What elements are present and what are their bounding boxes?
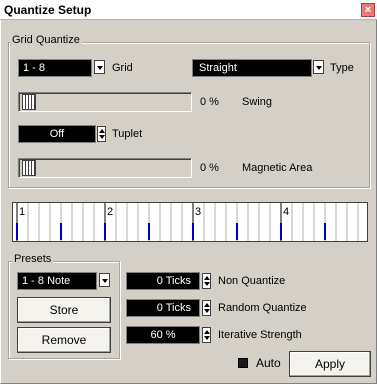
magnetic-area-value: 0 % (200, 162, 219, 174)
random-quantize-stepper[interactable] (202, 300, 211, 316)
bar-number: 1 (19, 206, 25, 218)
swing-value: 0 % (200, 96, 219, 108)
quantize-marker (324, 223, 326, 240)
random-quantize-field[interactable]: 0 Ticks (126, 299, 200, 317)
iterative-strength-value: 60 % (150, 329, 176, 341)
magnetic-area-slider[interactable] (18, 158, 192, 178)
grid-dropdown[interactable]: 1 - 8 (18, 59, 92, 77)
non-quantize-stepper[interactable] (202, 273, 211, 289)
preset-dropdown[interactable]: 1 - 8 Note (17, 272, 97, 290)
close-button[interactable]: × (361, 3, 375, 17)
remove-button[interactable]: Remove (17, 327, 111, 353)
swing-label: Swing (242, 96, 272, 108)
quantize-grid-svg: 1 2 3 4 (16, 203, 359, 241)
tuplet-value: Off (49, 128, 65, 140)
stepper-up-icon (204, 330, 210, 334)
random-quantize-label: Random Quantize (218, 302, 307, 314)
non-quantize-field[interactable]: 0 Ticks (126, 272, 200, 290)
stepper-down-icon (204, 309, 210, 313)
quantize-marker (236, 223, 238, 240)
iterative-strength-stepper[interactable] (202, 327, 211, 343)
stepper-up-icon (204, 303, 210, 307)
bar-number: 3 (195, 206, 201, 218)
auto-label: Auto (256, 356, 281, 370)
apply-button[interactable]: Apply (289, 351, 371, 377)
grid-label: Grid (112, 62, 133, 74)
bar-number: 2 (107, 206, 113, 218)
stepper-down-icon (204, 336, 210, 340)
magnetic-area-slider-handle[interactable] (22, 160, 36, 176)
type-label: Type (330, 62, 354, 74)
store-button-label: Store (49, 303, 79, 317)
swing-slider[interactable] (18, 92, 192, 112)
type-dropdown-chevron-down-icon[interactable] (313, 60, 324, 74)
grid-dropdown-value: 1 - 8 (23, 62, 46, 74)
bar-number: 4 (283, 206, 289, 218)
stepper-down-icon (99, 135, 105, 139)
type-dropdown-value: Straight (199, 62, 237, 74)
remove-button-label: Remove (41, 333, 87, 347)
tuplet-label: Tuplet (112, 128, 143, 140)
tuplet-field[interactable]: Off (18, 125, 96, 143)
quantize-marker (280, 223, 282, 240)
random-quantize-value: 0 Ticks (156, 302, 191, 314)
quantize-marker (104, 223, 106, 240)
auto-checkbox[interactable] (238, 358, 248, 368)
quantize-marker (192, 223, 194, 240)
grid-quantize-group-label: Grid Quantize (10, 34, 82, 46)
magnetic-area-label: Magnetic Area (242, 162, 313, 174)
non-quantize-value: 0 Ticks (156, 275, 191, 287)
iterative-strength-label: Iterative Strength (218, 329, 302, 341)
store-button[interactable]: Store (17, 297, 111, 323)
iterative-strength-field[interactable]: 60 % (126, 326, 200, 344)
stepper-up-icon (99, 129, 105, 133)
presets-group-label: Presets (12, 253, 54, 265)
type-dropdown[interactable]: Straight (192, 59, 312, 77)
apply-button-label: Apply (314, 357, 346, 371)
stepper-up-icon (204, 276, 210, 280)
grid-dropdown-chevron-down-icon[interactable] (94, 60, 105, 74)
non-quantize-label: Non Quantize (218, 275, 286, 287)
quantize-marker (60, 223, 62, 240)
stepper-down-icon (204, 282, 210, 286)
quantize-grid-display[interactable]: 1 2 3 4 (12, 202, 368, 242)
quantize-marker (16, 223, 18, 240)
close-icon: × (364, 4, 372, 16)
window-title: Quantize Setup (4, 3, 92, 17)
title-bar[interactable]: Quantize Setup × (0, 0, 377, 20)
preset-dropdown-chevron-down-icon[interactable] (99, 273, 110, 287)
tuplet-stepper[interactable] (97, 126, 106, 142)
preset-dropdown-value: 1 - 8 Note (22, 275, 71, 287)
quantize-marker (148, 223, 150, 240)
swing-slider-handle[interactable] (22, 94, 36, 110)
